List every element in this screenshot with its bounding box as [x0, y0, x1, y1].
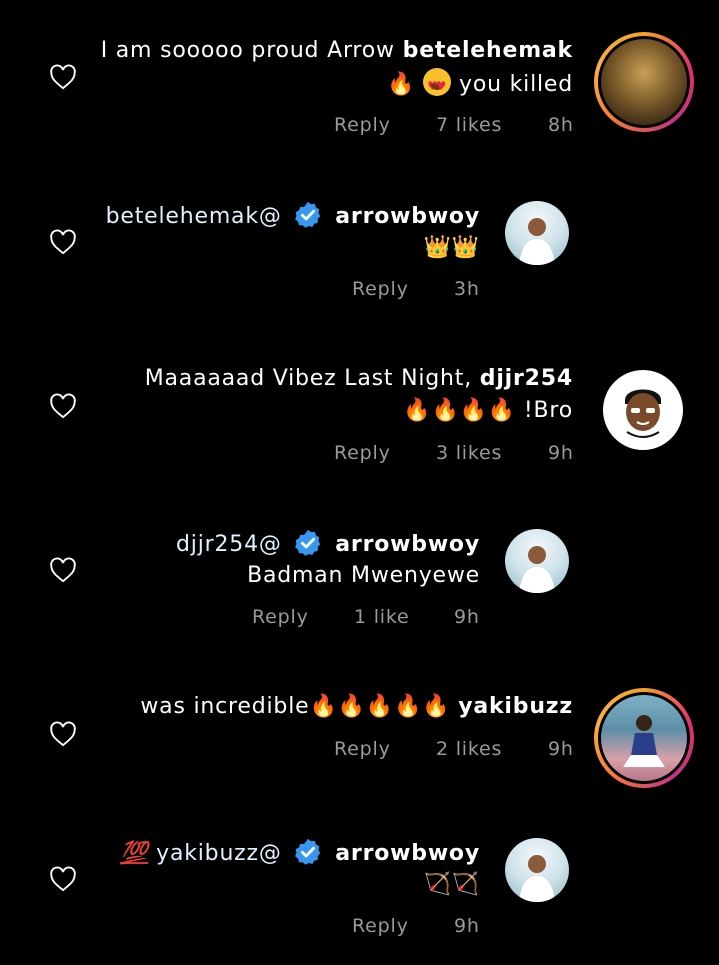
- comment-text: was incredible: [140, 694, 310, 719]
- like-heart-icon[interactable]: [49, 229, 77, 255]
- likes-count[interactable]: 3 likes: [436, 442, 502, 464]
- like-heart-icon[interactable]: [49, 557, 77, 583]
- like-heart-icon[interactable]: [49, 64, 77, 90]
- comment-text-line: Maaaaaad Vibez Last Night, djjr254: [145, 364, 573, 394]
- timestamp: 9h: [454, 606, 480, 628]
- timestamp: 9h: [548, 442, 574, 464]
- comment-text-line: was incredible🔥🔥🔥🔥🔥 yakibuzz: [140, 692, 573, 722]
- comment-text-line: betelehemak@ arrowbwoy: [106, 200, 480, 232]
- person-silhouette-icon: [519, 546, 555, 593]
- reply-button[interactable]: Reply: [334, 442, 391, 464]
- timestamp: 9h: [454, 915, 480, 937]
- hundred-emoji-icon: 💯: [120, 841, 149, 866]
- mention-link[interactable]: djjr254@: [176, 532, 282, 557]
- comment-username[interactable]: arrowbwoy: [335, 204, 480, 229]
- avatar-image: [601, 695, 687, 781]
- avatar-image: [601, 39, 687, 125]
- comment-text: you killed: [459, 72, 573, 97]
- timestamp: 8h: [548, 114, 574, 136]
- comment-text-line: 🔥🔥🔥🔥 !Bro: [403, 396, 573, 426]
- reply-button[interactable]: Reply: [334, 114, 391, 136]
- comment-username[interactable]: arrowbwoy: [335, 532, 480, 557]
- verified-badge-icon: [295, 201, 321, 228]
- reply-button[interactable]: Reply: [252, 606, 309, 628]
- likes-count[interactable]: 2 likes: [436, 738, 502, 760]
- reply-button[interactable]: Reply: [352, 278, 409, 300]
- comment-username[interactable]: djjr254: [480, 366, 573, 391]
- verified-badge-icon: [295, 529, 321, 556]
- timestamp: 9h: [548, 738, 574, 760]
- comment-text-line: I am sooooo proud Arrow betelehemak: [101, 36, 573, 66]
- comment-text: Badman Mwenyewe: [247, 563, 480, 588]
- comment-text-line: 💯 yakibuzz@ arrowbwoy: [120, 837, 480, 869]
- fire-emoji-icon: 🔥🔥🔥🔥: [403, 398, 517, 423]
- avatar[interactable]: [594, 688, 694, 788]
- likes-count[interactable]: 1 like: [354, 606, 410, 628]
- comment-username[interactable]: betelehemak: [403, 38, 573, 63]
- avatar[interactable]: [505, 529, 569, 593]
- comment-text: Maaaaaad Vibez Last Night,: [144, 366, 472, 391]
- likes-count[interactable]: 7 likes: [436, 114, 502, 136]
- crown-emoji-icon: 👑👑: [423, 235, 480, 260]
- person-silhouette-icon: [519, 218, 555, 265]
- avatar[interactable]: [505, 838, 569, 902]
- cartoon-face-icon: [625, 389, 661, 438]
- avatar[interactable]: [594, 32, 694, 132]
- fire-emoji-icon: 🔥🔥🔥🔥🔥: [309, 694, 451, 719]
- comment-text-line: djjr254@ arrowbwoy: [176, 528, 480, 560]
- comment-username[interactable]: arrowbwoy: [335, 841, 480, 866]
- person-photo-icon: [623, 715, 665, 767]
- verified-badge-icon: [295, 838, 321, 865]
- avatar[interactable]: [505, 201, 569, 265]
- fire-emoji-icon: 🔥: [387, 72, 416, 97]
- like-heart-icon[interactable]: [49, 866, 77, 892]
- mention-link[interactable]: yakibuzz@: [156, 841, 282, 866]
- heart-eyes-emoji-icon: [423, 68, 452, 101]
- comment-username[interactable]: yakibuzz: [458, 694, 573, 719]
- comment-text: !Bro: [523, 398, 573, 423]
- comment-text: I am sooooo proud Arrow: [100, 38, 395, 63]
- comment-text-line: 🔥 you killed: [387, 68, 573, 101]
- like-heart-icon[interactable]: [49, 721, 77, 747]
- reply-button[interactable]: Reply: [352, 915, 409, 937]
- mention-link[interactable]: betelehemak@: [106, 204, 282, 229]
- reply-button[interactable]: Reply: [334, 738, 391, 760]
- avatar[interactable]: [603, 370, 683, 450]
- person-silhouette-icon: [519, 855, 555, 902]
- bow-arrow-emoji-icon: 🏹🏹: [423, 872, 480, 897]
- like-heart-icon[interactable]: [49, 393, 77, 419]
- timestamp: 3h: [454, 278, 480, 300]
